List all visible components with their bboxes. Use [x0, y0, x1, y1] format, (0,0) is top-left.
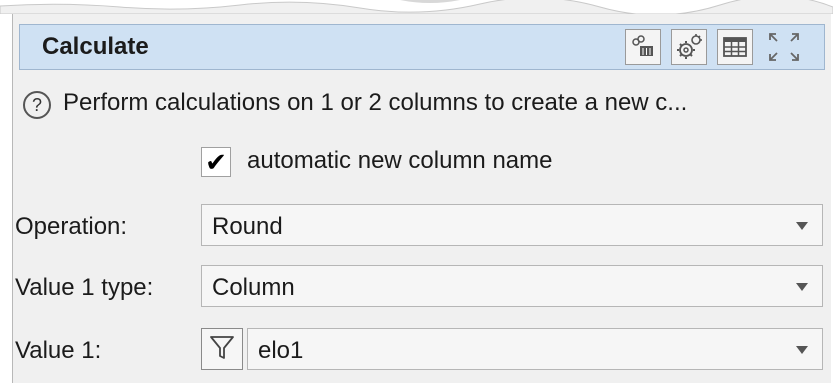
- value1-select[interactable]: elo1: [247, 328, 823, 370]
- value1-type-value: Column: [212, 274, 295, 301]
- value1-type-label: Value 1 type:: [15, 274, 154, 301]
- panel-title: Calculate: [42, 33, 149, 60]
- operation-select[interactable]: Round: [201, 204, 823, 246]
- link-table-button[interactable]: [625, 29, 661, 65]
- panel-header: Calculate: [19, 24, 825, 70]
- settings-button[interactable]: [671, 29, 707, 65]
- table-icon: [722, 35, 748, 59]
- value1-value: elo1: [258, 337, 304, 364]
- auto-name-row: ✔ automatic new column name: [201, 145, 701, 179]
- auto-name-checkbox[interactable]: ✔: [201, 147, 231, 177]
- filter-button[interactable]: [201, 328, 243, 370]
- chevron-down-icon: [796, 346, 808, 354]
- calculate-panel: Calculate ? Perform calculations on 1 or…: [12, 14, 831, 383]
- help-text: Perform calculations on 1 or 2 columns t…: [63, 89, 688, 116]
- filter-icon: [208, 333, 236, 366]
- settings-icon: [675, 33, 703, 61]
- chevron-down-icon: [796, 222, 808, 230]
- value1-label: Value 1:: [15, 337, 102, 364]
- operation-value: Round: [212, 213, 283, 240]
- value1-type-select[interactable]: Column: [201, 265, 823, 307]
- table-view-button[interactable]: [717, 29, 753, 65]
- torn-paper-edge: [0, 0, 833, 14]
- operation-label: Operation:: [15, 213, 128, 240]
- maximize-icon: [766, 30, 802, 64]
- link-table-icon: [630, 35, 656, 59]
- chevron-down-icon: [796, 283, 808, 291]
- auto-name-label: automatic new column name: [247, 147, 553, 174]
- help-icon[interactable]: ?: [23, 91, 51, 119]
- help-row: ? Perform calculations on 1 or 2 columns…: [23, 89, 823, 123]
- maximize-button[interactable]: [763, 29, 805, 65]
